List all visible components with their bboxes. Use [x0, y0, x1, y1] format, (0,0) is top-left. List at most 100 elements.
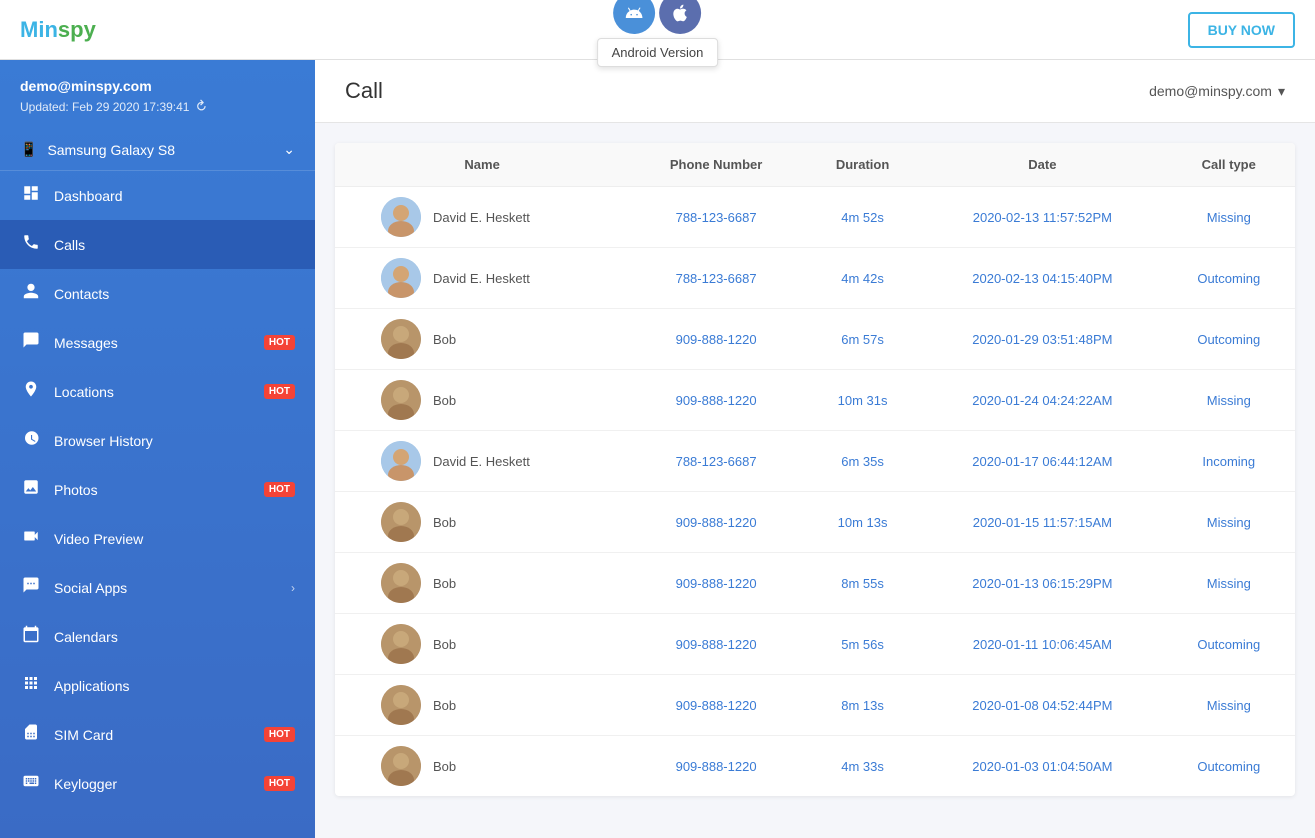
badge-hot-messages: HOT: [264, 335, 295, 350]
android-button[interactable]: [614, 0, 656, 34]
cell-date-4: 2020-01-17 06:44:12AM: [922, 431, 1162, 492]
messages-icon: [20, 331, 42, 354]
cell-name-1: David E. Heskett: [335, 248, 629, 309]
cell-calltype-8: Missing: [1163, 675, 1295, 736]
sidebar-item-sim-card[interactable]: SIM CardHOT: [0, 710, 315, 759]
user-dropdown[interactable]: demo@minspy.com ▾: [1149, 83, 1285, 100]
sidebar-item-label-applications: Applications: [54, 678, 295, 694]
cell-duration-1: 4m 42s: [803, 248, 922, 309]
calls-table-container: Name Phone Number Duration Date Call typ…: [335, 143, 1295, 796]
col-phone: Phone Number: [629, 143, 803, 187]
cell-phone-4: 788-123-6687: [629, 431, 803, 492]
cell-calltype-7: Outcoming: [1163, 614, 1295, 675]
calls-icon: [20, 233, 42, 256]
platform-buttons: [614, 0, 702, 34]
table-row: David E. Heskett788-123-66874m 52s2020-0…: [335, 187, 1295, 248]
android-tooltip: Android Version: [597, 38, 719, 67]
sidebar-updated: Updated: Feb 29 2020 17:39:41 ↻: [20, 98, 295, 115]
sidebar-item-contacts[interactable]: Contacts: [0, 269, 315, 318]
sidebar-device[interactable]: 📱 Samsung Galaxy S8 ⌄: [0, 129, 315, 171]
cell-date-5: 2020-01-15 11:57:15AM: [922, 492, 1162, 553]
cell-duration-5: 10m 13s: [803, 492, 922, 553]
cell-name-3: Bob: [335, 370, 629, 431]
contact-name-4: David E. Heskett: [433, 454, 530, 469]
cell-phone-0: 788-123-6687: [629, 187, 803, 248]
main-layout: demo@minspy.com Updated: Feb 29 2020 17:…: [0, 60, 1315, 838]
table-row: David E. Heskett788-123-66876m 35s2020-0…: [335, 431, 1295, 492]
nav-arrow-social-apps: ›: [291, 581, 295, 595]
contact-name-9: Bob: [433, 759, 456, 774]
table-row: Bob909-888-12206m 57s2020-01-29 03:51:48…: [335, 309, 1295, 370]
sidebar-item-label-keylogger: Keylogger: [54, 776, 248, 792]
sidebar-item-keylogger[interactable]: KeyloggerHOT: [0, 759, 315, 808]
cell-calltype-6: Missing: [1163, 553, 1295, 614]
cell-date-3: 2020-01-24 04:24:22AM: [922, 370, 1162, 431]
cell-calltype-2: Outcoming: [1163, 309, 1295, 370]
contact-name-2: Bob: [433, 332, 456, 347]
avatar-6: [381, 563, 421, 603]
locations-icon: [20, 380, 42, 403]
table-row: Bob909-888-122010m 13s2020-01-15 11:57:1…: [335, 492, 1295, 553]
cell-name-8: Bob: [335, 675, 629, 736]
sidebar-item-label-calendars: Calendars: [54, 629, 295, 645]
cell-name-5: Bob: [335, 492, 629, 553]
cell-date-1: 2020-02-13 04:15:40PM: [922, 248, 1162, 309]
cell-phone-2: 909-888-1220: [629, 309, 803, 370]
col-calltype: Call type: [1163, 143, 1295, 187]
page-title: Call: [345, 78, 383, 104]
avatar-2: [381, 319, 421, 359]
contact-name-8: Bob: [433, 698, 456, 713]
col-duration: Duration: [803, 143, 922, 187]
cell-date-9: 2020-01-03 01:04:50AM: [922, 736, 1162, 797]
sidebar-item-dashboard[interactable]: Dashboard: [0, 171, 315, 220]
contact-name-3: Bob: [433, 393, 456, 408]
sidebar-item-calendars[interactable]: Calendars: [0, 612, 315, 661]
cell-phone-5: 909-888-1220: [629, 492, 803, 553]
cell-calltype-1: Outcoming: [1163, 248, 1295, 309]
cell-calltype-0: Missing: [1163, 187, 1295, 248]
sidebar-item-photos[interactable]: PhotosHOT: [0, 465, 315, 514]
cell-calltype-4: Incoming: [1163, 431, 1295, 492]
dashboard-icon: [20, 184, 42, 207]
sidebar-item-messages[interactable]: Messages HOT: [0, 318, 315, 367]
badge-hot-photos: HOT: [264, 482, 295, 497]
sidebar-item-locations[interactable]: Locations HOT: [0, 367, 315, 416]
cell-date-0: 2020-02-13 11:57:52PM: [922, 187, 1162, 248]
cell-name-9: Bob: [335, 736, 629, 797]
sidebar-item-label-messages: Messages: [54, 335, 248, 351]
social-apps-icon: [20, 576, 42, 599]
cell-phone-8: 909-888-1220: [629, 675, 803, 736]
sidebar-item-video-preview[interactable]: Video Preview: [0, 514, 315, 563]
cell-date-2: 2020-01-29 03:51:48PM: [922, 309, 1162, 370]
cell-phone-7: 909-888-1220: [629, 614, 803, 675]
cell-duration-0: 4m 52s: [803, 187, 922, 248]
sidebar-item-label-dashboard: Dashboard: [54, 188, 295, 204]
cell-calltype-9: Outcoming: [1163, 736, 1295, 797]
sidebar-item-browser-history[interactable]: Browser History: [0, 416, 315, 465]
col-name: Name: [335, 143, 629, 187]
avatar-8: [381, 685, 421, 725]
avatar-1: [381, 258, 421, 298]
logo-spy: spy: [58, 17, 96, 42]
cell-name-2: Bob: [335, 309, 629, 370]
table-row: Bob909-888-122010m 31s2020-01-24 04:24:2…: [335, 370, 1295, 431]
sidebar-item-label-sim-card: SIM Card: [54, 727, 248, 743]
sidebar-item-label-social-apps: Social Apps: [54, 580, 279, 596]
sidebar-item-label-locations: Locations: [54, 384, 248, 400]
sidebar-item-calls[interactable]: Calls: [0, 220, 315, 269]
table-row: Bob909-888-12208m 13s2020-01-08 04:52:44…: [335, 675, 1295, 736]
sidebar-item-applications[interactable]: Applications: [0, 661, 315, 710]
device-chevron-icon: ⌄: [283, 141, 295, 158]
badge-hot-locations: HOT: [264, 384, 295, 399]
sidebar-item-social-apps[interactable]: Social Apps ›: [0, 563, 315, 612]
buy-now-button[interactable]: BUY NOW: [1188, 12, 1295, 48]
avatar-4: [381, 441, 421, 481]
cell-name-4: David E. Heskett: [335, 431, 629, 492]
table-row: David E. Heskett788-123-66874m 42s2020-0…: [335, 248, 1295, 309]
avatar-9: [381, 746, 421, 786]
sidebar-device-left: 📱 Samsung Galaxy S8: [20, 141, 175, 158]
cell-phone-3: 909-888-1220: [629, 370, 803, 431]
keylogger-icon: [20, 772, 42, 795]
video-preview-icon: [20, 527, 42, 550]
ios-button[interactable]: [660, 0, 702, 34]
